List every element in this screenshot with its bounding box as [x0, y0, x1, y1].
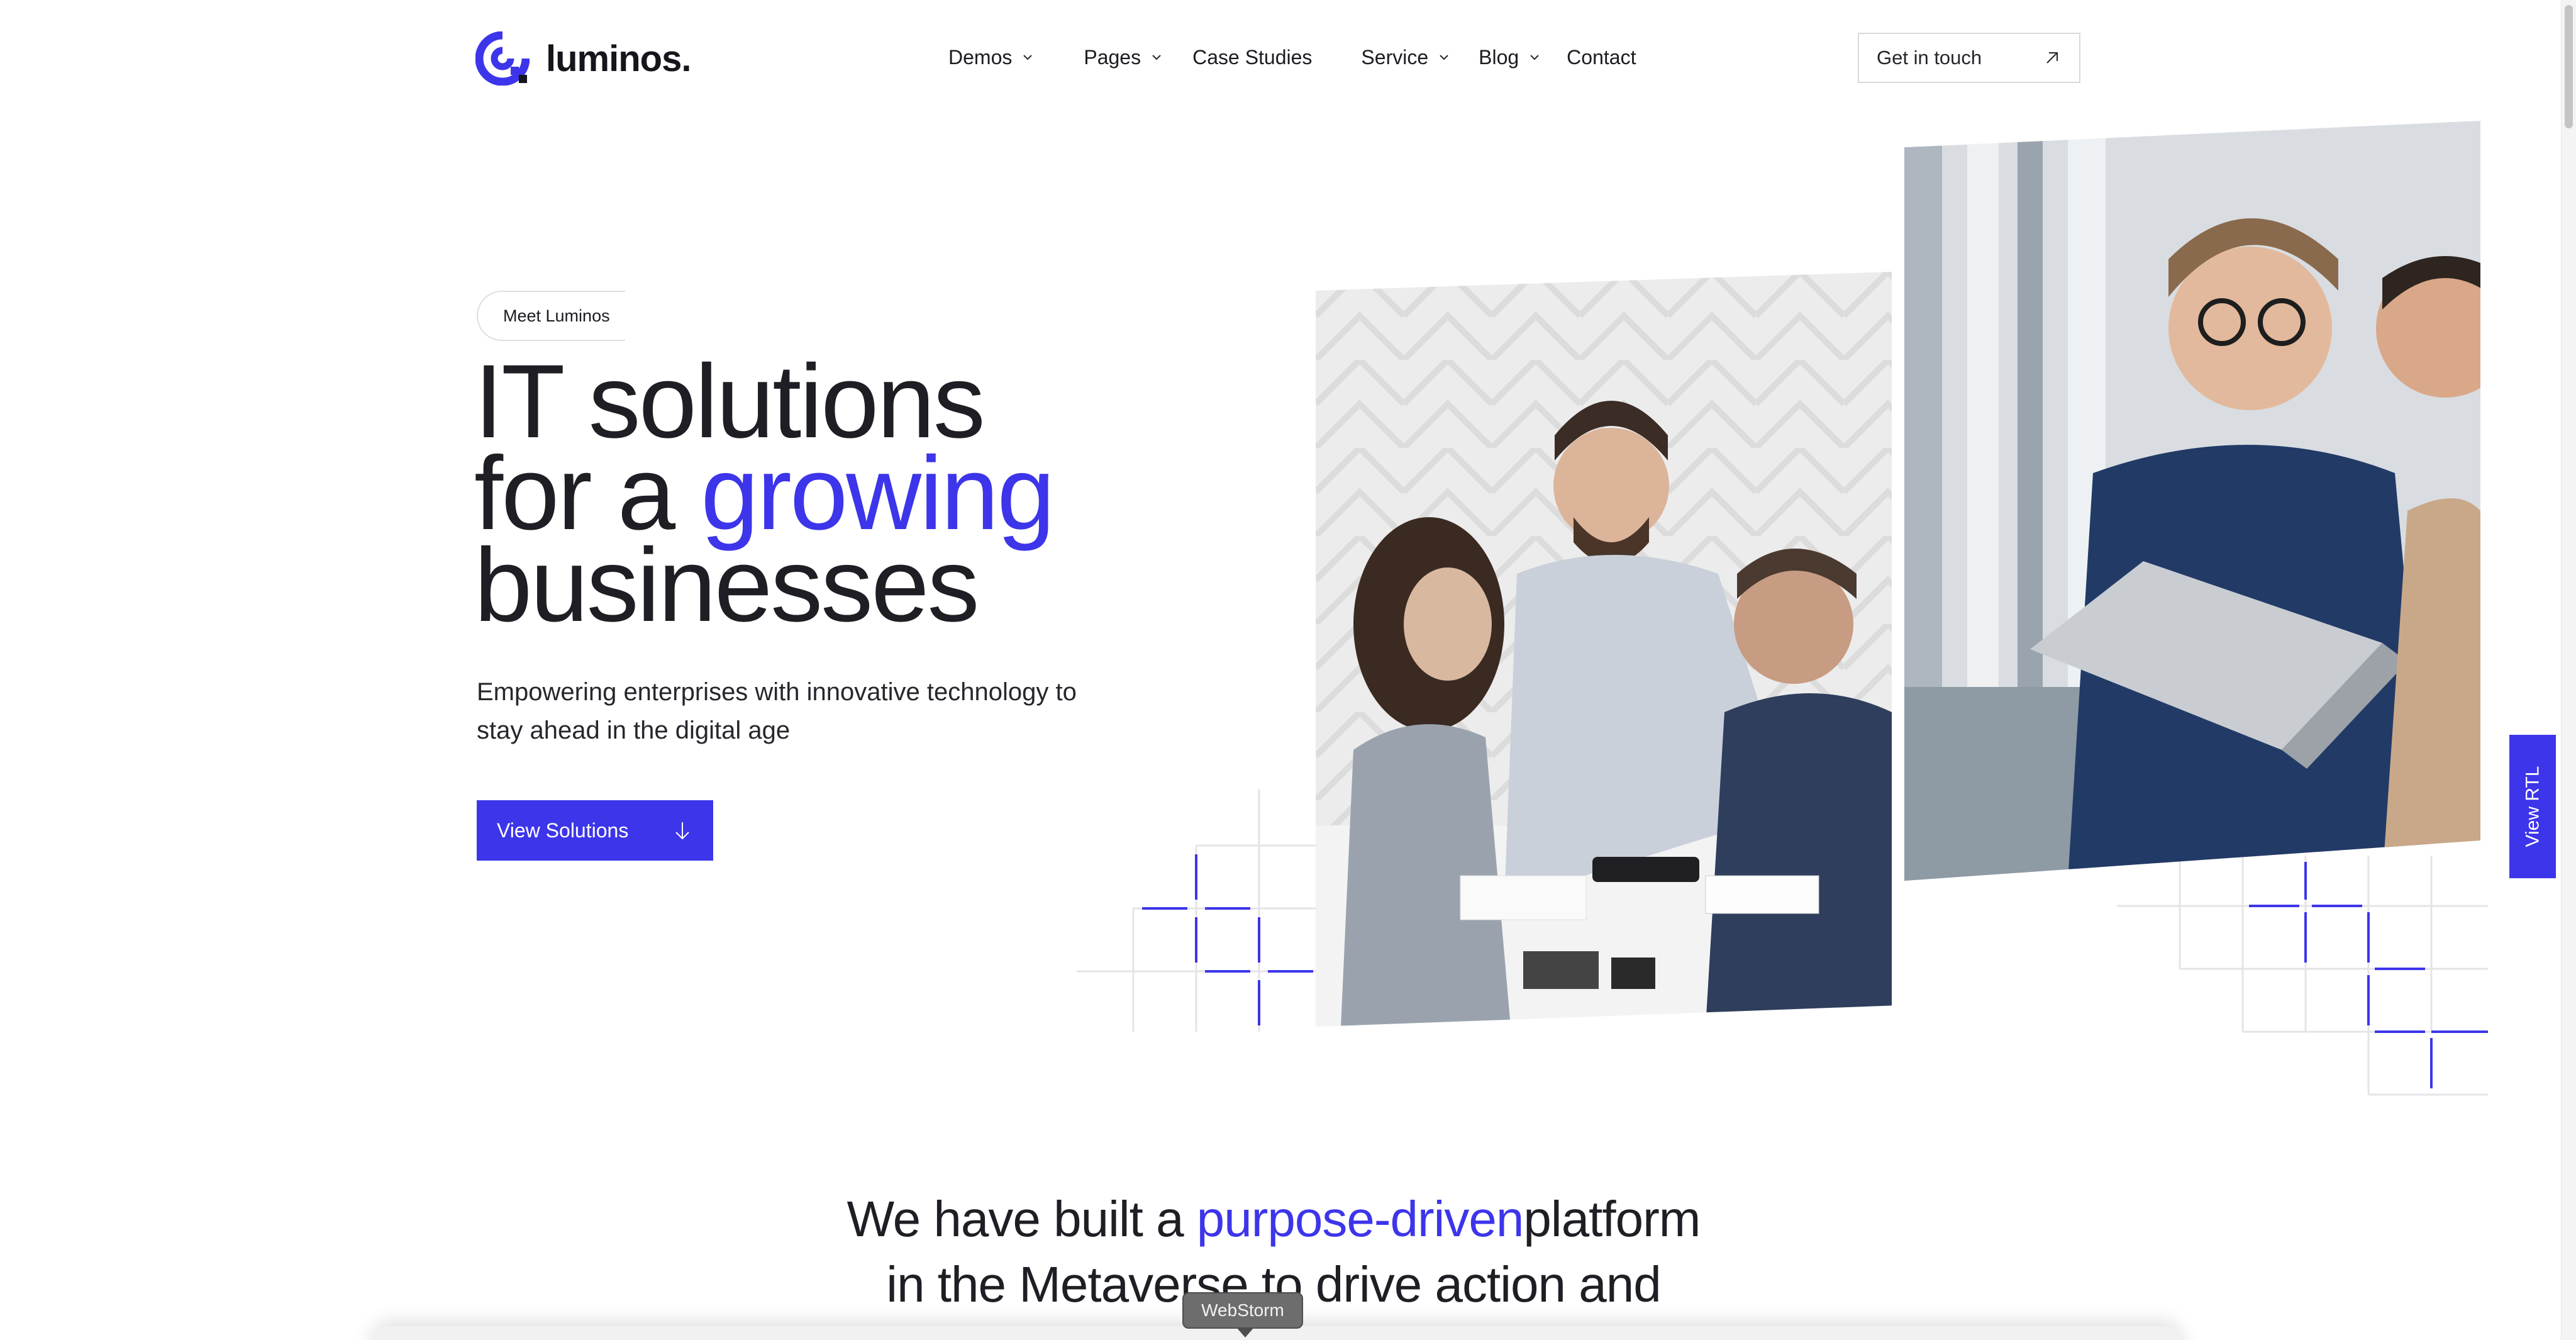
dock-tooltip: WebStorm: [1182, 1292, 1303, 1337]
laptop-discussion-photo: [1904, 121, 2480, 881]
chevron-down-icon: [1440, 55, 1448, 60]
statement-line1-post: platform: [1523, 1191, 1701, 1247]
nav-item-label: Blog: [1479, 45, 1519, 69]
nav-item-label: Case Studies: [1192, 45, 1313, 69]
view-rtl-tab[interactable]: View RTL: [2509, 735, 2556, 878]
view-solutions-button[interactable]: View Solutions: [477, 800, 713, 861]
statement-accent: purpose-driven: [1196, 1191, 1524, 1247]
nav-item-contact[interactable]: Contact: [1567, 42, 1636, 73]
hero-title-line3: businesses: [474, 527, 979, 644]
nav-item-pages[interactable]: Pages: [1084, 42, 1163, 73]
chevron-down-icon: [1530, 55, 1539, 60]
grid-decoration-left: [1077, 789, 1322, 1032]
nav-item-label: Service: [1361, 45, 1429, 69]
page: luminos. Demos Pages Case Studies Servic…: [0, 0, 2576, 1340]
grid-decoration-right: [2117, 856, 2488, 1096]
team-meeting-photo: [1316, 272, 1892, 1027]
get-in-touch-label: Get in touch: [1877, 47, 1982, 69]
statement-line1-pre: We have built a: [847, 1191, 1197, 1247]
arrow-down-icon: [675, 822, 689, 840]
hero-title: IT solutions for a growing businesses: [474, 350, 1229, 638]
nav-item-demos[interactable]: Demos: [948, 42, 1035, 73]
nav-item-case-studies[interactable]: Case Studies: [1192, 42, 1312, 73]
arrow-up-right-icon: [2046, 52, 2058, 64]
nav-item-label: Pages: [1084, 45, 1141, 69]
logo[interactable]: luminos.: [475, 31, 691, 86]
chevron-down-icon: [1152, 55, 1161, 60]
hero-subtitle: Empowering enterprises with innovative t…: [477, 678, 1077, 744]
view-solutions-label: View Solutions: [497, 818, 629, 842]
nav-item-label: Demos: [948, 45, 1013, 69]
page-scrollbar[interactable]: [2561, 0, 2576, 1340]
nav-item-label: Contact: [1567, 45, 1636, 69]
scrollbar-thumb[interactable]: [2565, 5, 2573, 128]
chevron-down-icon: [1023, 55, 1033, 60]
logo-mark-icon: [475, 31, 530, 86]
eyebrow-label: Meet Luminos: [503, 306, 610, 325]
get-in-touch-button[interactable]: Get in touch: [1858, 33, 2080, 83]
main-nav: Demos Pages Case Studies Service Blog Co…: [948, 42, 1685, 73]
nav-item-service[interactable]: Service: [1361, 42, 1451, 73]
nav-item-blog[interactable]: Blog: [1479, 42, 1541, 73]
dock-tooltip-label: WebStorm: [1201, 1300, 1284, 1320]
logo-text: luminos.: [546, 38, 691, 79]
eyebrow-badge: Meet Luminos: [477, 291, 625, 341]
view-rtl-label: View RTL: [2522, 766, 2543, 847]
